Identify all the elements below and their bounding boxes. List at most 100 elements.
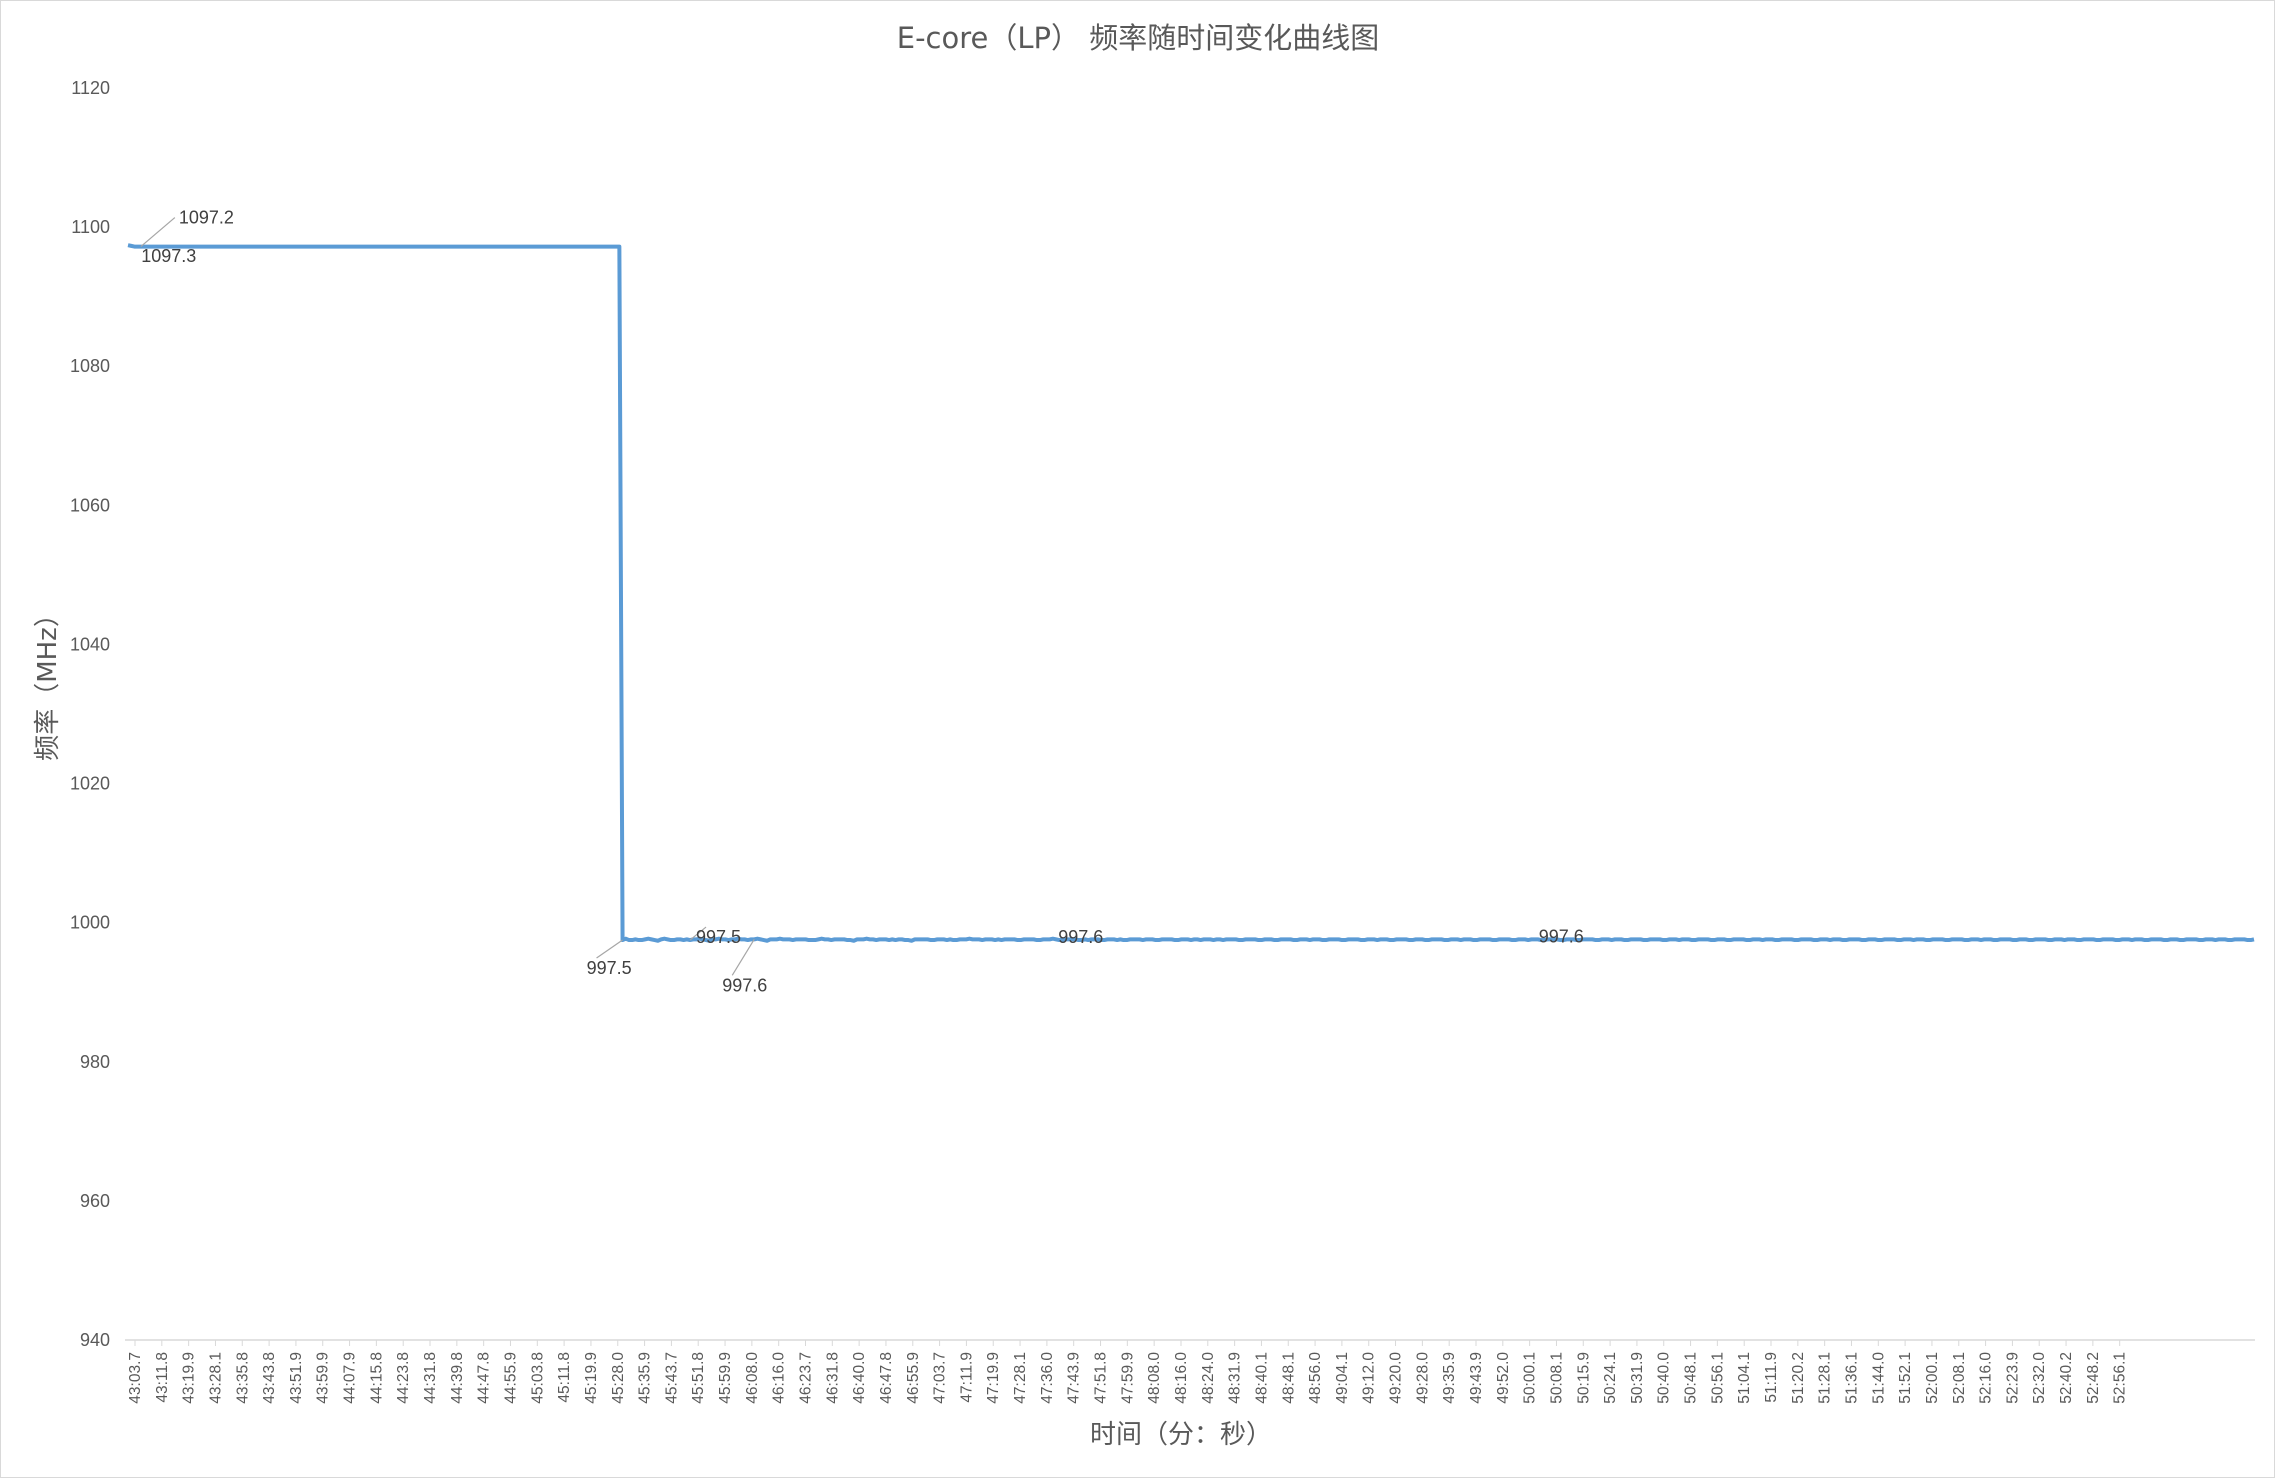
x-tick-label: 49:28.0	[1414, 1352, 1431, 1404]
x-tick-label: 44:31.8	[422, 1352, 439, 1404]
x-tick-label: 50:08.1	[1548, 1352, 1565, 1404]
x-tick-label: 45:43.7	[663, 1352, 680, 1404]
x-tick-label: 52:56.1	[2112, 1352, 2129, 1404]
y-axis-title: 频率（MHz）	[33, 601, 63, 761]
x-tick-label: 44:23.8	[395, 1352, 412, 1404]
x-tick-label: 48:56.0	[1307, 1352, 1324, 1404]
x-tick-label: 43:51.9	[288, 1352, 305, 1404]
x-tick-label: 43:43.8	[261, 1352, 278, 1404]
x-tick-label: 48:48.1	[1280, 1352, 1297, 1404]
x-tick-label: 45:03.8	[529, 1352, 546, 1404]
y-tick-label: 1100	[71, 217, 110, 237]
x-tick-label: 48:24.0	[1200, 1352, 1217, 1404]
chart-title: E-core（LP） 频率随时间变化曲线图	[897, 21, 1379, 55]
x-tick-label: 44:47.8	[476, 1352, 493, 1404]
x-tick-label: 44:15.8	[368, 1352, 385, 1404]
y-tick-label: 1020	[70, 774, 110, 794]
line-chart: E-core（LP） 频率随时间变化曲线图 1120 1100 1080 1060 10…	[33, 21, 2255, 1450]
y-tick-label: 1060	[70, 495, 110, 515]
y-axis-ticks: 1120 1100 1080 1060 1040 1020 1000 980 960 940	[70, 78, 110, 1350]
chart-frame: E-core（LP） 频率随时间变化曲线图 1120 1100 1080 1060 10…	[0, 0, 2275, 1478]
data-label: 997.6	[1539, 926, 1584, 946]
x-tick-label: 51:20.2	[1790, 1352, 1807, 1404]
x-tick-label: 50:31.9	[1629, 1352, 1646, 1404]
x-tick-label: 47:28.1	[1012, 1352, 1029, 1404]
data-label: 997.6	[722, 975, 767, 995]
x-tick-label: 50:48.1	[1683, 1352, 1700, 1404]
y-tick-label: 1120	[71, 78, 110, 98]
x-tick-label: 44:07.9	[342, 1352, 359, 1404]
x-tick-label: 43:03.7	[127, 1352, 144, 1404]
x-tick-label: 47:59.9	[1119, 1352, 1136, 1404]
data-label: 1097.2	[179, 208, 234, 228]
x-tick-label: 51:28.1	[1817, 1352, 1834, 1404]
x-tick-label: 44:39.8	[449, 1352, 466, 1404]
x-tick-label: 49:12.0	[1361, 1352, 1378, 1404]
x-tick-label: 50:00.1	[1522, 1352, 1539, 1404]
x-tick-label: 45:28.0	[610, 1352, 627, 1404]
x-tick-label: 43:28.1	[207, 1352, 224, 1404]
x-tick-label: 52:08.1	[1951, 1352, 1968, 1404]
x-axis-title: 时间（分：秒）	[1090, 1420, 1272, 1450]
y-tick-label: 940	[80, 1330, 110, 1350]
x-tick-label: 43:59.9	[315, 1352, 332, 1404]
x-tick-label: 48:40.1	[1253, 1352, 1270, 1404]
x-tick-label: 50:24.1	[1602, 1352, 1619, 1404]
x-tick-label: 43:11.8	[154, 1352, 171, 1403]
x-axis-ticks: 43:03.7 43:11.8 43:19.9 43:28.1 43:35.8 43:43…	[127, 1340, 2129, 1404]
data-label: 997.6	[1058, 927, 1103, 947]
data-label-leader	[596, 939, 623, 959]
x-tick-label: 45:35.9	[637, 1352, 654, 1404]
x-tick-label: 49:43.9	[1468, 1352, 1485, 1404]
x-tick-label: 47:19.9	[985, 1352, 1002, 1404]
x-tick-label: 49:20.0	[1388, 1352, 1405, 1404]
x-tick-label: 44:55.9	[502, 1352, 519, 1404]
x-tick-label: 46:08.0	[744, 1352, 761, 1404]
x-tick-label: 52:32.0	[2031, 1352, 2048, 1404]
x-tick-label: 46:47.8	[878, 1352, 895, 1404]
y-tick-label: 1080	[70, 356, 110, 376]
x-tick-label: 52:00.1	[1924, 1352, 1941, 1404]
x-tick-label: 46:40.0	[851, 1352, 868, 1404]
x-tick-label: 47:11.9	[958, 1352, 975, 1403]
x-tick-label: 50:40.0	[1656, 1352, 1673, 1404]
y-tick-label: 980	[80, 1052, 110, 1072]
data-label: 997.5	[696, 927, 741, 947]
x-tick-label: 46:23.7	[798, 1352, 815, 1404]
x-tick-label: 49:04.1	[1334, 1352, 1351, 1404]
x-tick-label: 46:55.9	[905, 1352, 922, 1404]
x-tick-label: 48:31.9	[1227, 1352, 1244, 1404]
x-tick-label: 46:31.8	[824, 1352, 841, 1404]
x-tick-label: 45:51.8	[690, 1352, 707, 1404]
x-tick-label: 51:11.9	[1763, 1352, 1780, 1403]
x-tick-label: 45:59.9	[717, 1352, 734, 1404]
x-tick-label: 51:44.0	[1870, 1352, 1887, 1404]
x-tick-label: 52:48.2	[2085, 1352, 2102, 1404]
x-tick-label: 52:23.9	[2004, 1352, 2021, 1404]
x-tick-label: 45:19.9	[583, 1352, 600, 1404]
x-tick-label: 47:51.8	[1093, 1352, 1110, 1404]
x-tick-label: 48:16.0	[1173, 1352, 1190, 1404]
x-tick-label: 47:36.0	[1039, 1352, 1056, 1404]
x-tick-label: 51:52.1	[1897, 1352, 1914, 1404]
x-tick-label: 47:03.7	[932, 1352, 949, 1404]
data-label: 1097.3	[141, 246, 196, 266]
x-tick-label: 48:08.0	[1146, 1352, 1163, 1404]
x-tick-label: 50:15.9	[1575, 1352, 1592, 1404]
x-tick-label: 52:16.0	[1978, 1352, 1995, 1404]
x-tick-label: 45:11.8	[556, 1352, 573, 1403]
data-label: 997.5	[587, 958, 632, 978]
x-tick-label: 47:43.9	[1066, 1352, 1083, 1404]
x-tick-label: 43:19.9	[181, 1352, 198, 1404]
x-tick-label: 43:35.8	[234, 1352, 251, 1404]
data-label-leader	[140, 217, 176, 248]
x-tick-label: 46:16.0	[771, 1352, 788, 1404]
y-tick-label: 1000	[70, 913, 110, 933]
x-tick-label: 52:40.2	[2058, 1352, 2075, 1404]
data-labels: 1097.3 1097.2 997.5 997.5 997.6 997.6 997.6	[140, 208, 1584, 995]
x-tick-label: 49:35.9	[1441, 1352, 1458, 1404]
x-tick-label: 51:36.1	[1843, 1352, 1860, 1404]
x-tick-label: 51:04.1	[1736, 1352, 1753, 1404]
y-tick-label: 1040	[70, 634, 110, 654]
series-line	[127, 243, 2255, 943]
